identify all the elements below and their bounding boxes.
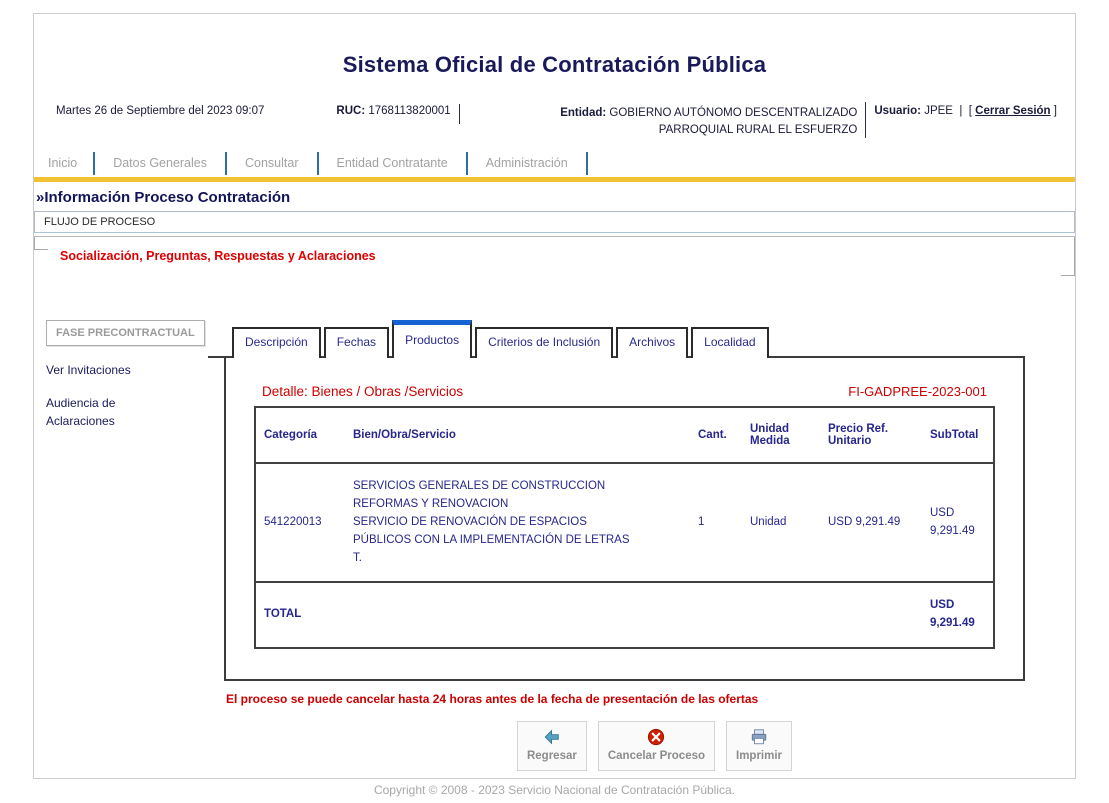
process-flow-panel: Socialización, Preguntas, Respuestas y A… (34, 236, 1075, 288)
cancel-icon (647, 728, 665, 746)
process-stage-label: Socialización, Preguntas, Respuestas y A… (34, 237, 1075, 263)
tab-descripcion[interactable]: Descripción (232, 327, 321, 358)
total-label: TOTAL (255, 582, 345, 648)
tab-fechas[interactable]: Fechas (324, 327, 389, 358)
cancelar-proceso-button[interactable]: Cancelar Proceso (598, 721, 715, 771)
ruc-value: RUC: 1768113820001 (336, 102, 450, 138)
tab-localidad[interactable]: Localidad (691, 327, 768, 358)
sidebar-item-audiencia-aclaraciones[interactable]: Audiencia de Aclaraciones (46, 394, 164, 430)
current-date: Martes 26 de Septiembre del 2023 09:07 (56, 102, 264, 138)
bracket: [ (969, 105, 972, 117)
cell-cantidad: 1 (690, 463, 742, 582)
usuario-value: JPEE (924, 105, 953, 117)
divider: | (956, 105, 965, 117)
tab-content-panel: Detalle: Bienes / Obras /Servicios FI-GA… (224, 356, 1025, 681)
column-header-bien-obra-servicio: Bien/Obra/Servicio (345, 407, 690, 463)
cell-descripcion: SERVICIOS GENERALES DE CONSTRUCCION REFO… (345, 463, 690, 582)
divider (865, 102, 866, 138)
process-flow-header[interactable]: FLUJO DE PROCESO (34, 211, 1075, 233)
printer-icon (750, 728, 768, 746)
tab-criterios-inclusion[interactable]: Criterios de Inclusión (475, 327, 613, 358)
entidad-value: Entidad: GOBIERNO AUTÓNOMO DESCENTRALIZA… (527, 102, 857, 138)
accent-divider (34, 177, 1075, 182)
menu-item-entidad-contratante[interactable]: Entidad Contratante (319, 152, 468, 175)
section-title: »Información Proceso Contratación (36, 189, 1073, 206)
imprimir-button[interactable]: Imprimir (726, 721, 792, 771)
cell-categoria: 541220013 (255, 463, 345, 582)
main-content: FASE PRECONTRACTUAL Ver Invitaciones Aud… (34, 320, 1075, 771)
back-arrow-icon (543, 728, 561, 746)
column-header-precio-ref: Precio Ref. Unitario (820, 407, 922, 463)
menu-item-datos-generales[interactable]: Datos Generales (95, 152, 227, 175)
column-header-subtotal: SubTotal (922, 407, 994, 463)
cell-subtotal: USD 9,291.49 (922, 463, 994, 582)
table-row: 541220013 SERVICIOS GENERALES DE CONSTRU… (255, 463, 994, 582)
detail-header: Detalle: Bienes / Obras /Servicios FI-GA… (254, 384, 995, 406)
column-header-cant: Cant. (690, 407, 742, 463)
detail-title: Detalle: Bienes / Obras /Servicios (262, 384, 463, 399)
copyright-text: Copyright © 2008 - 2023 Servicio Naciona… (34, 783, 1075, 797)
table-total-row: TOTAL USD 9,291.49 (255, 582, 994, 648)
products-table: Categoría Bien/Obra/Servicio Cant. Unida… (254, 406, 995, 649)
sidebar-item-ver-invitaciones[interactable]: Ver Invitaciones (46, 361, 164, 379)
user-session: Usuario: JPEE | [ Cerrar Sesión ] (874, 102, 1057, 138)
column-header-unidad-medida: Unidad Medida (742, 407, 820, 463)
tab-archivos[interactable]: Archivos (616, 327, 688, 358)
menu-item-administracion[interactable]: Administración (468, 152, 588, 175)
cell-unidad: Unidad (742, 463, 820, 582)
divider (459, 104, 460, 124)
fase-precontractual-box: FASE PRECONTRACTUAL (46, 320, 205, 346)
main-menu: Inicio Datos Generales Consultar Entidad… (34, 152, 1075, 175)
tab-bar: Descripción Fechas Productos Criterios d… (232, 320, 1025, 358)
tab-productos[interactable]: Productos (392, 320, 472, 358)
page-container: Sistema Oficial de Contratación Pública … (33, 13, 1076, 779)
page-title: Sistema Oficial de Contratación Pública (34, 14, 1075, 78)
action-buttons: Regresar Cancelar Proceso (224, 721, 1025, 771)
sidebar: FASE PRECONTRACTUAL Ver Invitaciones Aud… (34, 320, 224, 771)
menu-item-consultar[interactable]: Consultar (227, 152, 319, 175)
logout-link[interactable]: Cerrar Sesión (975, 105, 1050, 117)
regresar-button[interactable]: Regresar (517, 721, 587, 771)
entidad-label: Entidad: (560, 107, 606, 119)
process-code: FI-GADPREE-2023-001 (848, 384, 987, 399)
ruc-label: RUC: (336, 105, 365, 117)
table-header-row: Categoría Bien/Obra/Servicio Cant. Unida… (255, 407, 994, 463)
usuario-label: Usuario: (874, 105, 921, 117)
content-column: Descripción Fechas Productos Criterios d… (224, 320, 1025, 771)
total-value: USD 9,291.49 (922, 582, 994, 648)
session-info-bar: Martes 26 de Septiembre del 2023 09:07 R… (46, 102, 1063, 138)
bracket: ] (1054, 105, 1057, 117)
menu-item-inicio[interactable]: Inicio (34, 152, 95, 175)
cell-precio-unitario: USD 9,291.49 (820, 463, 922, 582)
cancellation-warning: El proceso se puede cancelar hasta 24 ho… (226, 692, 1025, 706)
column-header-categoria: Categoría (255, 407, 345, 463)
